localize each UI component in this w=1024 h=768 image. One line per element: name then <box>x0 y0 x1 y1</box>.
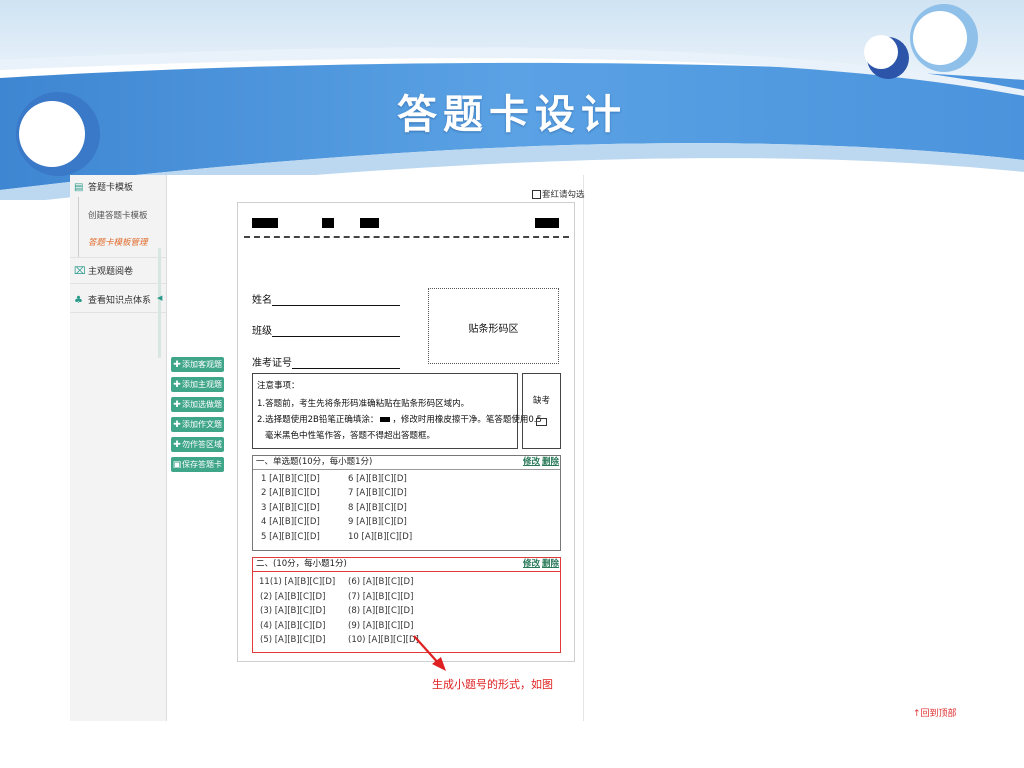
sidebar-item-template[interactable]: ▤ 答题卡模板 <box>70 180 166 193</box>
plus-icon: ✚ <box>173 400 181 410</box>
name-underline <box>272 295 400 306</box>
save-card-button[interactable]: ▣保存答题卡 <box>171 457 224 472</box>
question-option[interactable]: 7 [A][B][C][D] <box>348 488 407 498</box>
absent-label: 缺考 <box>532 396 550 406</box>
cut-line <box>244 236 569 238</box>
barcode-area-label: 贴条形码区 <box>468 324 519 335</box>
edit-link[interactable]: 修改 <box>523 456 540 469</box>
collapse-arrow-icon[interactable]: ◀ <box>157 294 162 302</box>
plus-icon: ✚ <box>173 440 181 450</box>
sidebar-item-grading[interactable]: ⌧ 主观题阅卷 <box>70 264 166 277</box>
notice-line-2: 2.选择题使用2B铅笔正确填涂： ，修改时用橡皮擦干净。笔答题使用0.5 <box>257 415 542 425</box>
alignment-mark <box>322 218 334 228</box>
tree-line <box>78 197 79 257</box>
question-option[interactable]: (2) [A][B][C][D] <box>260 592 325 602</box>
notice-title: 注意事项： <box>257 381 300 391</box>
slide-title: 答题卡设计 <box>397 91 627 138</box>
no-answer-zone-button[interactable]: ✚勿作答区域 <box>171 437 224 452</box>
alignment-mark <box>252 218 278 228</box>
sidebar: ▤ 答题卡模板 创建答题卡模板 答题卡模板管理 ⌧ 主观题阅卷 ♣ 查看知识点体系 <box>70 175 167 721</box>
question-option[interactable]: 3 [A][B][C][D] <box>261 503 320 513</box>
section-single-choice: 一、单选题(10分，每小题1分) 修改 删除 1 [A][B][C][D] 2 … <box>252 455 561 551</box>
back-to-top-link[interactable]: ↑回到顶部 <box>913 706 957 719</box>
sidebar-item-knowledge[interactable]: ♣ 查看知识点体系 <box>70 293 166 306</box>
sidebar-subitem-create-template[interactable]: 创建答题卡模板 <box>88 209 148 221</box>
notice-line-1: 1.答题前，考生先将条形码准确粘贴在贴条形码区域内。 <box>257 399 470 409</box>
delete-link[interactable]: 删除 <box>542 558 559 571</box>
alignment-mark <box>360 218 379 228</box>
plus-icon: ✚ <box>173 360 181 370</box>
red-print-checkbox[interactable]: 套红请勾选 <box>532 188 585 200</box>
plus-icon: ✚ <box>173 420 181 430</box>
question-option[interactable]: 5 [A][B][C][D] <box>261 532 320 542</box>
add-optional-button[interactable]: ✚添加选做题 <box>171 397 224 412</box>
question-option[interactable]: (3) [A][B][C][D] <box>260 606 325 616</box>
question-option[interactable]: (7) [A][B][C][D] <box>348 592 413 602</box>
section-subquestions: 二、(10分，每小题1分) 修改 删除 11(1) [A][B][C][D] (… <box>252 557 561 653</box>
plus-icon: ✚ <box>173 380 181 390</box>
hierarchy-icon: ♣ <box>74 294 83 306</box>
absent-checkbox[interactable] <box>536 418 547 426</box>
section-header: 二、(10分，每小题1分) 修改 删除 <box>253 558 560 572</box>
annotation-text: 生成小题号的形式，如图 <box>432 678 553 691</box>
question-option[interactable]: (4) [A][B][C][D] <box>260 621 325 631</box>
question-option[interactable]: 8 [A][B][C][D] <box>348 503 407 513</box>
question-option[interactable]: (5) [A][B][C][D] <box>260 635 325 645</box>
edit-link[interactable]: 修改 <box>523 558 540 571</box>
question-option[interactable]: 11(1) [A][B][C][D] <box>259 577 335 587</box>
section-title: 一、单选题(10分，每小题1分) <box>256 457 373 467</box>
notice-box: 注意事项： 1.答题前，考生先将条形码准确粘贴在贴条形码区域内。 2.选择题使用… <box>252 373 542 449</box>
question-option[interactable]: 4 [A][B][C][D] <box>261 517 320 527</box>
add-subjective-button[interactable]: ✚添加主观题 <box>171 377 224 392</box>
add-objective-button[interactable]: ✚添加客观题 <box>171 357 224 372</box>
alignment-mark <box>535 218 559 228</box>
divider <box>70 257 166 258</box>
checkbox-icon <box>532 190 541 199</box>
section-header: 一、单选题(10分，每小题1分) 修改 删除 <box>253 456 560 470</box>
divider <box>70 283 166 284</box>
question-option[interactable]: (8) [A][B][C][D] <box>348 606 413 616</box>
section-title: 二、(10分，每小题1分) <box>256 559 347 569</box>
delete-link[interactable]: 删除 <box>542 456 559 469</box>
question-option[interactable]: 10 [A][B][C][D] <box>348 532 412 542</box>
question-option[interactable]: (9) [A][B][C][D] <box>348 621 413 631</box>
divider <box>70 312 166 313</box>
question-option[interactable]: 6 [A][B][C][D] <box>348 474 407 484</box>
question-option[interactable]: 9 [A][B][C][D] <box>348 517 407 527</box>
sidebar-subitem-manage-template[interactable]: 答题卡模板管理 <box>88 236 148 248</box>
panel-border <box>583 175 584 721</box>
add-essay-button[interactable]: ✚添加作文题 <box>171 417 224 432</box>
grading-icon: ⌧ <box>74 265 86 277</box>
annotation-arrow-icon <box>413 635 446 671</box>
save-icon: ▣ <box>172 460 182 470</box>
class-underline <box>272 326 400 337</box>
name-field[interactable]: 姓名 <box>252 291 400 306</box>
fill-sample-mark <box>380 417 391 422</box>
document-icon: ▤ <box>74 181 84 193</box>
question-option[interactable]: (10) [A][B][C][D] <box>348 635 419 645</box>
class-field[interactable]: 班级 <box>252 322 400 337</box>
exam-id-field[interactable]: 准考证号 <box>252 354 400 369</box>
question-option[interactable]: 2 [A][B][C][D] <box>261 488 320 498</box>
sidebar-scroll-rail[interactable] <box>158 248 161 358</box>
question-option[interactable]: 1 [A][B][C][D] <box>261 474 320 484</box>
notice-line-3: 毫米黑色中性笔作答，答题不得超出答题框。 <box>265 431 436 441</box>
exam-id-underline <box>292 358 400 369</box>
question-option[interactable]: (6) [A][B][C][D] <box>348 577 413 587</box>
absent-box <box>522 373 561 449</box>
